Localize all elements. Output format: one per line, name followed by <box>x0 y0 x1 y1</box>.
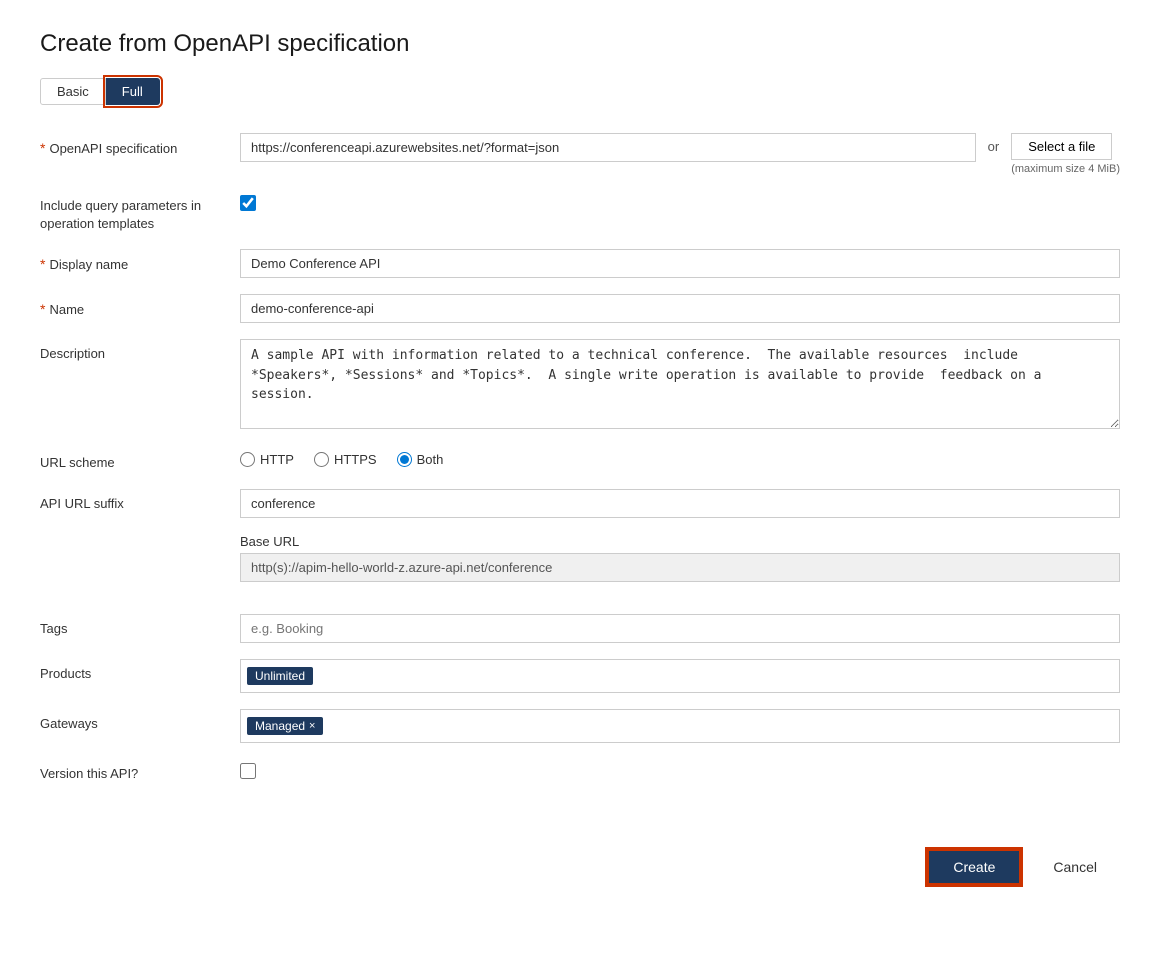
openapi-spec-control: or Select a file (maximum size 4 MiB) <box>240 133 1120 175</box>
description-row: Description A sample API with informatio… <box>40 339 1121 432</box>
radio-http-input[interactable] <box>240 452 255 467</box>
gateways-label: Gateways <box>40 709 240 733</box>
radio-both-label: Both <box>417 452 444 467</box>
description-textarea[interactable]: A sample API with information related to… <box>240 339 1120 429</box>
max-size-note: (maximum size 4 MiB) <box>1011 163 1120 175</box>
display-name-label: *Display name <box>40 249 240 275</box>
gateways-control: Managed × <box>240 709 1120 743</box>
url-scheme-row: URL scheme HTTP HTTPS Both <box>40 448 1121 472</box>
version-row: Version this API? <box>40 759 1121 783</box>
openapi-spec-row: *OpenAPI specification or Select a file … <box>40 133 1121 175</box>
openapi-spec-input[interactable] <box>240 133 976 162</box>
tags-control <box>240 614 1120 643</box>
required-star: * <box>40 140 45 156</box>
radio-https-input[interactable] <box>314 452 329 467</box>
required-star-2: * <box>40 256 45 272</box>
products-row: Products Unlimited <box>40 659 1121 693</box>
products-chip-label: Unlimited <box>255 669 305 683</box>
required-star-3: * <box>40 301 45 317</box>
base-url-input <box>240 553 1120 582</box>
api-url-suffix-row: API URL suffix <box>40 489 1121 518</box>
radio-both-input[interactable] <box>397 452 412 467</box>
display-name-row: *Display name <box>40 249 1121 278</box>
gateways-input-area[interactable]: Managed × <box>240 709 1120 743</box>
base-url-control: Base URL <box>240 534 1120 598</box>
api-url-suffix-label: API URL suffix <box>40 489 240 513</box>
create-button[interactable]: Create <box>927 849 1021 885</box>
page-title: Create from OpenAPI specification <box>40 30 1121 58</box>
footer: Create Cancel <box>40 829 1121 885</box>
tab-basic[interactable]: Basic <box>40 78 106 105</box>
radio-https[interactable]: HTTPS <box>314 452 377 467</box>
display-name-control <box>240 249 1120 278</box>
include-query-row: Include query parameters in operation te… <box>40 191 1121 233</box>
form-body: *OpenAPI specification or Select a file … <box>40 133 1121 799</box>
radio-both[interactable]: Both <box>397 452 444 467</box>
gateways-row: Gateways Managed × <box>40 709 1121 743</box>
tab-full[interactable]: Full <box>106 78 160 105</box>
products-input-area[interactable]: Unlimited <box>240 659 1120 693</box>
description-control: A sample API with information related to… <box>240 339 1120 432</box>
display-name-input[interactable] <box>240 249 1120 278</box>
cancel-button[interactable]: Cancel <box>1029 849 1121 885</box>
name-control <box>240 294 1120 323</box>
or-label: or <box>988 133 1000 154</box>
name-row: *Name <box>40 294 1121 323</box>
name-input[interactable] <box>240 294 1120 323</box>
gateways-chip-remove[interactable]: × <box>309 720 315 732</box>
include-query-control <box>240 191 1120 211</box>
base-url-row: Base URL <box>240 534 1121 598</box>
version-label: Version this API? <box>40 759 240 783</box>
select-file-wrap: Select a file (maximum size 4 MiB) <box>1011 133 1120 175</box>
gateways-chip-label: Managed <box>255 719 305 733</box>
gateways-chip-managed: Managed × <box>247 717 323 735</box>
products-chip-unlimited: Unlimited <box>247 667 313 685</box>
products-control: Unlimited <box>240 659 1120 693</box>
description-label: Description <box>40 339 240 363</box>
openapi-spec-label: *OpenAPI specification <box>40 133 240 159</box>
include-query-checkbox[interactable] <box>240 195 256 211</box>
api-url-suffix-input[interactable] <box>240 489 1120 518</box>
tags-input[interactable] <box>240 614 1120 643</box>
radio-https-label: HTTPS <box>334 452 377 467</box>
version-control <box>240 759 1120 779</box>
radio-http-label: HTTP <box>260 452 294 467</box>
base-url-label: Base URL <box>240 534 1120 549</box>
products-label: Products <box>40 659 240 683</box>
tags-label: Tags <box>40 614 240 638</box>
mode-tab-group: Basic Full <box>40 78 1121 105</box>
version-checkbox[interactable] <box>240 763 256 779</box>
tags-row: Tags <box>40 614 1121 643</box>
url-scheme-label: URL scheme <box>40 448 240 472</box>
select-file-button[interactable]: Select a file <box>1011 133 1112 160</box>
include-query-label: Include query parameters in operation te… <box>40 191 240 233</box>
url-scheme-control: HTTP HTTPS Both <box>240 448 1120 467</box>
name-label: *Name <box>40 294 240 320</box>
api-url-suffix-control <box>240 489 1120 518</box>
radio-http[interactable]: HTTP <box>240 452 294 467</box>
